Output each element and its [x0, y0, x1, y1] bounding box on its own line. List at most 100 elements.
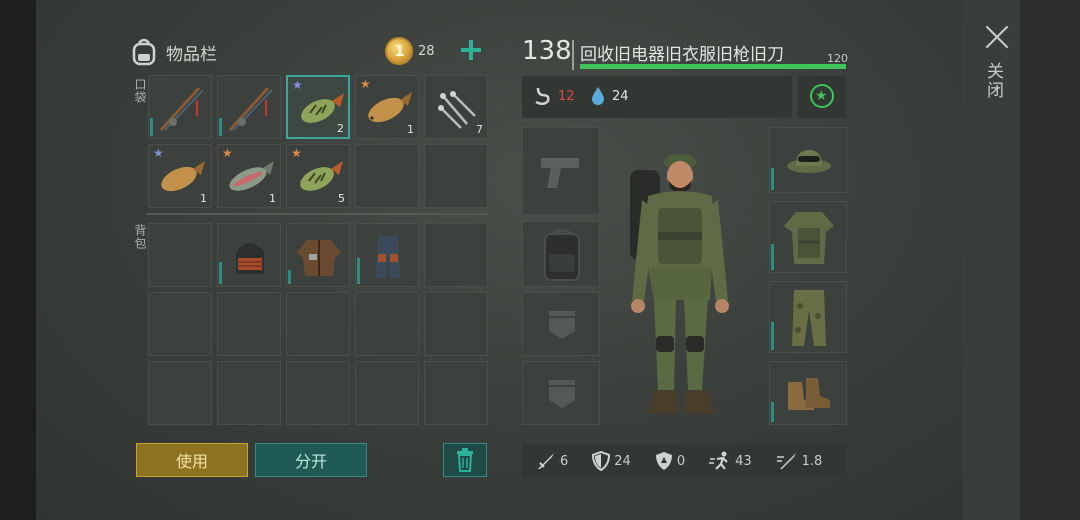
stat-speed-value: 43 [735, 453, 752, 469]
backpack-slot-empty[interactable] [424, 361, 488, 425]
stat-damage-value: 6 [560, 453, 569, 469]
tactical-vest-icon [784, 212, 834, 264]
add-coins-button[interactable] [461, 40, 481, 60]
pocket-slot[interactable]: ★ 1 [148, 144, 212, 208]
backpack-icon [132, 38, 156, 66]
fishing-rod-icon [228, 86, 273, 132]
stat-damage: 6 [536, 451, 568, 471]
backpack-slot-empty[interactable] [148, 223, 212, 287]
durability-bar [771, 168, 774, 190]
backpack-slot[interactable] [217, 223, 281, 287]
durability-bar [219, 118, 222, 136]
pocket-equip-slot[interactable] [522, 292, 600, 356]
durability-bar [357, 258, 360, 284]
item-quantity: 1 [269, 192, 276, 205]
pocket-slot[interactable]: 7 [424, 75, 488, 139]
coin-icon: 1 [385, 37, 413, 65]
pocket-placeholder-icon [549, 380, 575, 408]
trash-icon [457, 448, 473, 472]
close-button[interactable] [984, 24, 1010, 50]
backpack-slot-empty[interactable] [424, 292, 488, 356]
item-quantity: 7 [476, 123, 483, 136]
section-divider [146, 213, 488, 215]
pocket-placeholder-icon [549, 311, 575, 339]
backpack-item-icon [544, 228, 580, 281]
head-slot[interactable] [769, 127, 847, 193]
armor-shield-icon [655, 452, 672, 470]
pocket-slot-empty[interactable] [424, 144, 488, 208]
xp-fill [580, 64, 846, 69]
durability-bar [288, 270, 291, 284]
player-name: 回收旧电器旧衣服旧枪旧刀 [580, 45, 784, 65]
boots-icon [788, 378, 830, 410]
pocket-equip-slot[interactable] [522, 361, 600, 425]
backpack-slot-empty[interactable] [286, 292, 350, 356]
right-edge [1020, 0, 1080, 520]
feet-slot[interactable] [769, 361, 847, 425]
helmet-icon [236, 243, 264, 274]
item-quantity: 5 [338, 192, 345, 205]
backpack-slot-empty[interactable] [148, 361, 212, 425]
backpack-slot-empty[interactable] [217, 292, 281, 356]
pocket-slot-selected[interactable]: ★ 2 [286, 75, 350, 139]
close-label[interactable]: 关闭 [983, 62, 1006, 100]
legs-slot[interactable] [769, 281, 847, 353]
durability-bar [771, 402, 774, 422]
perks-button[interactable]: ★ [798, 76, 846, 118]
xp-bar [580, 64, 846, 69]
stat-speed: 43 [709, 451, 752, 471]
character-model [630, 154, 729, 414]
backpack-label: 背包 [133, 224, 147, 250]
thirst-value: 24 [612, 89, 629, 104]
pocket-slot[interactable] [217, 75, 281, 139]
pocket-slot[interactable]: ★ 5 [286, 144, 350, 208]
boonie-hat-icon [787, 150, 831, 173]
pocket-slot[interactable]: ★ 1 [355, 75, 419, 139]
backpack-slot-empty[interactable] [286, 361, 350, 425]
hunger-value: 12 [558, 89, 575, 104]
left-edge [0, 0, 36, 520]
backpack-slot-empty[interactable] [424, 223, 488, 287]
stomach-icon [535, 87, 550, 105]
pocket-slot[interactable] [148, 75, 212, 139]
sword-icon [538, 453, 554, 469]
stat-armor-value: 0 [676, 453, 686, 469]
game-screen: 关闭 物品栏 1 28 口袋 背包 ★ 2 ★ 1 7 ★ 1 ★ 1 ★ 5 … [0, 0, 1080, 520]
stat-attack-speed: 1.8 [776, 451, 823, 471]
durability-bar [771, 322, 774, 350]
backpack-slot-empty[interactable] [217, 361, 281, 425]
pocket-slot-empty[interactable] [355, 144, 419, 208]
shield-icon [592, 451, 611, 471]
use-button[interactable]: 使用 [136, 443, 248, 477]
pocket-slot[interactable]: ★ 1 [217, 144, 281, 208]
backpack-slot[interactable] [286, 223, 350, 287]
running-icon [709, 451, 728, 470]
inventory-header: 物品栏 [130, 34, 217, 70]
stat-armor: 0 [655, 451, 685, 471]
player-level: 138 [522, 36, 572, 66]
item-quantity: 2 [337, 122, 344, 135]
stat-attack-speed-value: 1.8 [801, 453, 823, 469]
durability-bar [150, 118, 153, 136]
weapon-slot[interactable] [522, 127, 600, 215]
fast-sword-icon [776, 453, 796, 469]
leather-pants-icon [376, 236, 400, 278]
level-separator [572, 40, 574, 70]
pistol-icon [541, 158, 579, 188]
inventory-title: 物品栏 [166, 44, 217, 65]
backpack-slot-empty[interactable] [355, 292, 419, 356]
trash-button[interactable] [443, 443, 487, 477]
backpack-slot-empty[interactable] [355, 361, 419, 425]
backpack-equip-slot[interactable] [522, 221, 600, 287]
durability-bar [771, 244, 774, 270]
backpack-slot[interactable] [355, 223, 419, 287]
water-drop-icon [592, 87, 604, 105]
backpack-slot-empty[interactable] [148, 292, 212, 356]
stat-defense: 24 [592, 451, 631, 471]
fishing-rod-icon [159, 86, 204, 132]
body-slot[interactable] [769, 201, 847, 273]
pocket-label: 口袋 [133, 78, 147, 104]
stats-bar: 6 24 0 43 1.8 [522, 444, 846, 478]
split-button[interactable]: 分开 [255, 443, 367, 477]
coin-count: 28 [418, 44, 435, 59]
